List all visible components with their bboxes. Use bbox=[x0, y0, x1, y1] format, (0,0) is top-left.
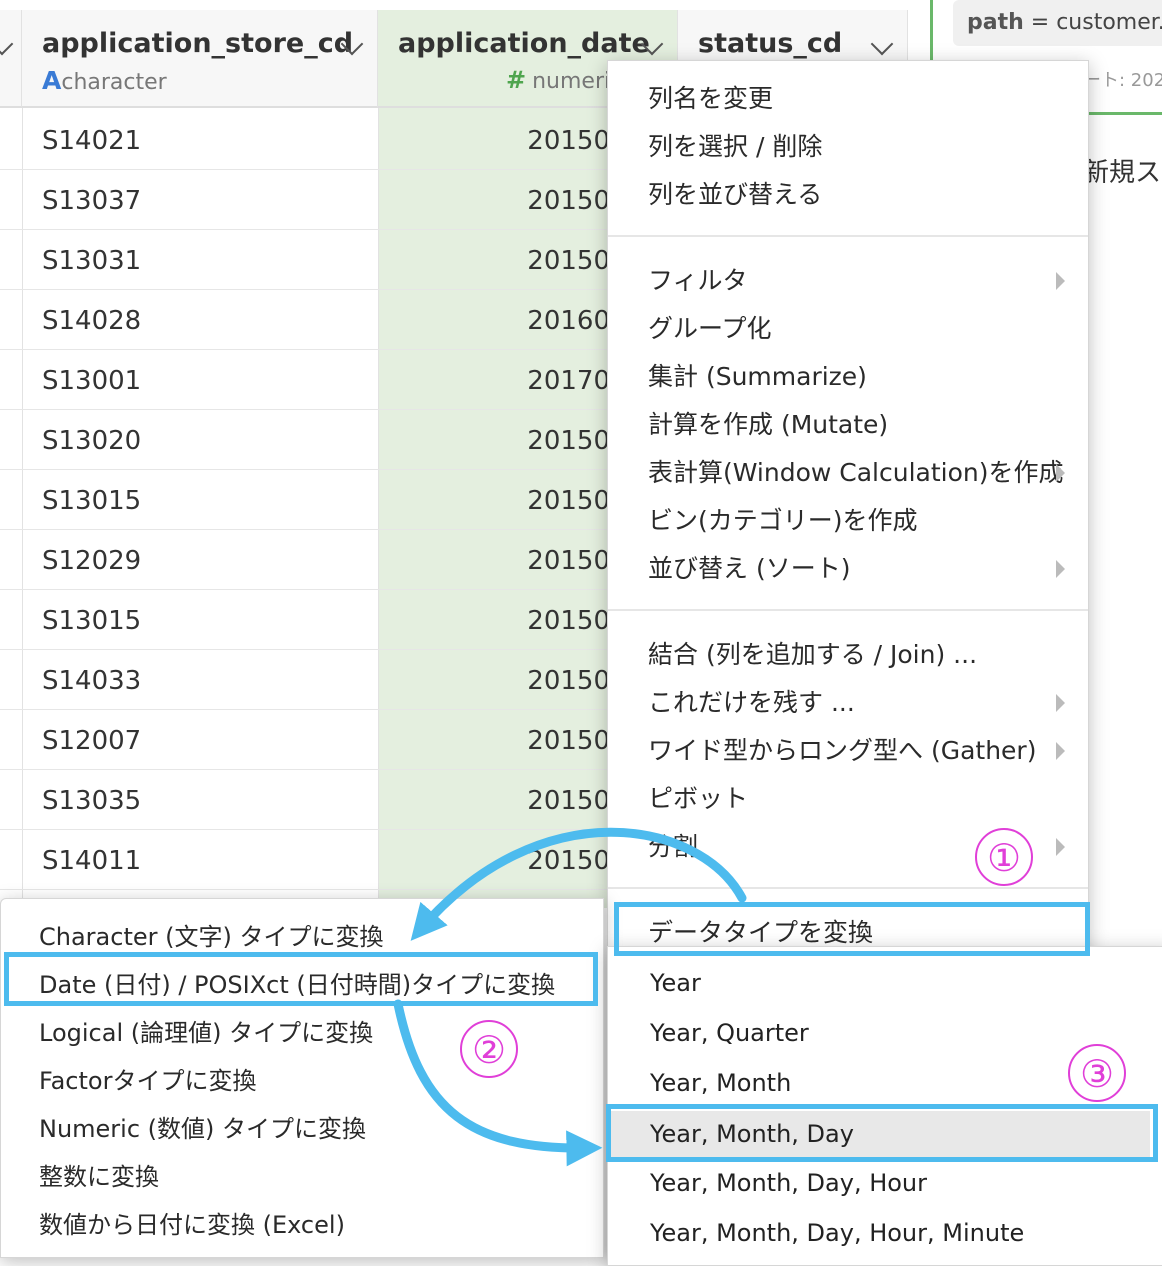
annotation-arrows bbox=[393, 827, 747, 1167]
arrow-to-date-submenu bbox=[393, 999, 603, 1167]
arrow-to-type-submenu bbox=[410, 827, 747, 941]
